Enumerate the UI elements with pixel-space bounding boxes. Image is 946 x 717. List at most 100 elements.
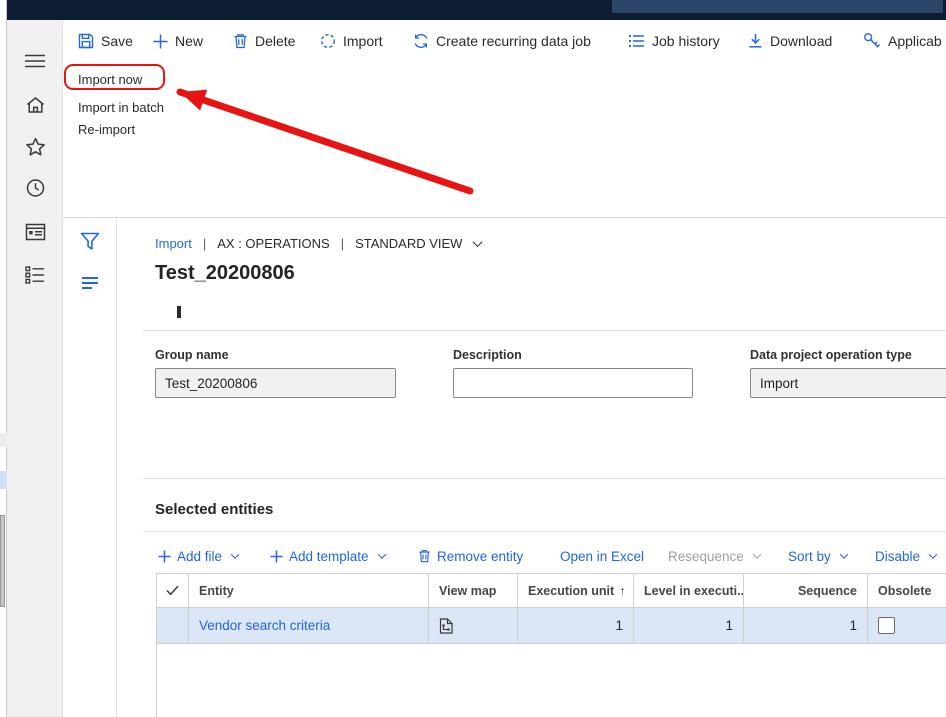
nav-sidebar xyxy=(7,20,63,717)
obsolete-cell xyxy=(868,608,946,643)
home-icon[interactable] xyxy=(7,95,63,115)
column-header-sequence[interactable]: Sequence xyxy=(744,574,868,607)
scrollbar-fragment[interactable] xyxy=(0,515,5,607)
panel-lines-icon[interactable] xyxy=(63,276,117,290)
column-header-level[interactable]: Level in executi... xyxy=(634,574,744,607)
command-label: Save xyxy=(101,33,133,49)
add-template-button[interactable]: Add template xyxy=(270,543,385,569)
toolbar-label: Open in Excel xyxy=(560,549,644,564)
create-recurring-data-job-button[interactable]: Create recurring data job xyxy=(413,20,591,62)
toolbar-label: Remove entity xyxy=(437,549,523,564)
chevron-down-icon xyxy=(231,550,239,558)
section-divider xyxy=(143,531,946,532)
entity-link[interactable]: Vendor search criteria xyxy=(199,618,330,633)
delete-button[interactable]: Delete xyxy=(233,20,295,62)
section-divider xyxy=(143,330,946,331)
toolbar-label: Sort by xyxy=(788,549,831,564)
favorites-star-icon[interactable] xyxy=(7,137,63,157)
applicable-fields-button[interactable]: Applicab xyxy=(863,20,942,62)
obsolete-checkbox[interactable] xyxy=(878,617,895,634)
column-header-execution-unit[interactable]: Execution unit ↑ xyxy=(518,574,634,607)
plus-icon xyxy=(153,34,168,49)
select-all-header[interactable] xyxy=(157,574,189,607)
entities-toolbar: Add file Add template Remove entity Open… xyxy=(117,543,946,569)
menu-item-import-in-batch[interactable]: Import in batch xyxy=(78,100,164,115)
column-header-entity[interactable]: Entity xyxy=(189,574,429,607)
toolbar-label: Disable xyxy=(875,549,920,564)
view-selector[interactable]: STANDARD VIEW xyxy=(355,236,481,251)
job-history-button[interactable]: Job history xyxy=(628,20,720,62)
group-name-input[interactable] xyxy=(155,368,396,398)
operation-type-input[interactable] xyxy=(750,368,946,398)
command-label: Job history xyxy=(652,33,720,49)
add-file-button[interactable]: Add file xyxy=(158,543,238,569)
sequence-cell: 1 xyxy=(744,608,868,643)
breadcrumb-separator: | xyxy=(341,236,344,251)
window-fragment-selected xyxy=(0,471,7,489)
sort-ascending-icon: ↑ xyxy=(619,584,625,598)
chevron-down-icon xyxy=(929,550,937,558)
main-content: Import | AX : OPERATIONS | STANDARD VIEW… xyxy=(117,218,946,717)
new-button[interactable]: New xyxy=(153,20,203,62)
column-header-obsolete[interactable]: Obsolete xyxy=(868,574,946,607)
entities-table: Entity View map Execution unit ↑ Level i… xyxy=(156,573,946,717)
command-label: Delete xyxy=(255,33,295,49)
entity-cell: Vendor search criteria xyxy=(189,608,429,643)
operation-type-field: Data project operation type xyxy=(750,348,946,398)
open-in-excel-button[interactable]: Open in Excel xyxy=(560,543,644,569)
selected-entities-heading: Selected entities xyxy=(155,501,273,518)
download-icon xyxy=(748,33,763,49)
job-history-list-icon xyxy=(628,34,645,48)
map-document-icon xyxy=(439,618,453,634)
save-icon xyxy=(78,33,94,49)
app-window: Save New Delete Import Create recurring … xyxy=(0,0,946,717)
row-select-cell[interactable] xyxy=(157,608,189,643)
background-window-strip xyxy=(0,0,7,717)
command-label: Import xyxy=(343,33,383,49)
column-header-view-map[interactable]: View map xyxy=(429,574,518,607)
command-label: Download xyxy=(770,33,832,49)
operation-type-label: Data project operation type xyxy=(750,348,946,362)
workspace-form-icon[interactable] xyxy=(7,223,63,241)
window-fragment xyxy=(0,433,7,447)
command-label: Applicab xyxy=(888,33,942,49)
trash-icon xyxy=(233,33,248,49)
trash-icon xyxy=(418,549,431,563)
breadcrumb-separator: | xyxy=(203,236,206,251)
plus-icon xyxy=(158,550,171,563)
import-dropdown-menu: Import now Import in batch Re-import xyxy=(63,62,946,217)
top-navigation-bar xyxy=(7,0,946,20)
description-label: Description xyxy=(453,348,693,362)
save-button[interactable]: Save xyxy=(78,20,133,62)
table-row[interactable]: Vendor search criteria 1 1 1 xyxy=(157,608,946,644)
toolbar-label: Add file xyxy=(177,549,222,564)
disable-button[interactable]: Disable xyxy=(875,543,936,569)
command-label: New xyxy=(175,33,203,49)
description-input[interactable] xyxy=(453,368,693,398)
level-cell: 1 xyxy=(634,608,744,643)
sort-by-button[interactable]: Sort by xyxy=(788,543,847,569)
breadcrumb: Import | AX : OPERATIONS | STANDARD VIEW xyxy=(155,236,481,251)
recent-clock-icon[interactable] xyxy=(7,178,63,198)
command-label: Create recurring data job xyxy=(436,33,591,49)
key-icon xyxy=(863,32,881,50)
hamburger-menu-icon[interactable] xyxy=(7,53,63,69)
global-search-input[interactable] xyxy=(612,0,943,13)
command-bar: Save New Delete Import Create recurring … xyxy=(63,20,946,62)
resequence-button[interactable]: Resequence xyxy=(668,543,760,569)
remove-entity-button[interactable]: Remove entity xyxy=(418,543,523,569)
filter-funnel-icon[interactable] xyxy=(63,232,117,251)
table-header-row: Entity View map Execution unit ↑ Level i… xyxy=(157,574,946,608)
toolbar-label: Resequence xyxy=(668,549,744,564)
breadcrumb-company: AX : OPERATIONS xyxy=(217,236,329,251)
modules-checklist-icon[interactable] xyxy=(7,266,63,284)
menu-item-re-import[interactable]: Re-import xyxy=(78,122,135,137)
import-button[interactable]: Import xyxy=(320,20,383,62)
clipped-text-fragment xyxy=(177,306,181,318)
download-button[interactable]: Download xyxy=(748,20,832,62)
group-name-field: Group name xyxy=(155,348,396,398)
breadcrumb-import-link[interactable]: Import xyxy=(155,236,192,251)
plus-icon xyxy=(270,550,283,563)
view-map-cell xyxy=(429,608,518,643)
execution-unit-cell: 1 xyxy=(518,608,634,643)
